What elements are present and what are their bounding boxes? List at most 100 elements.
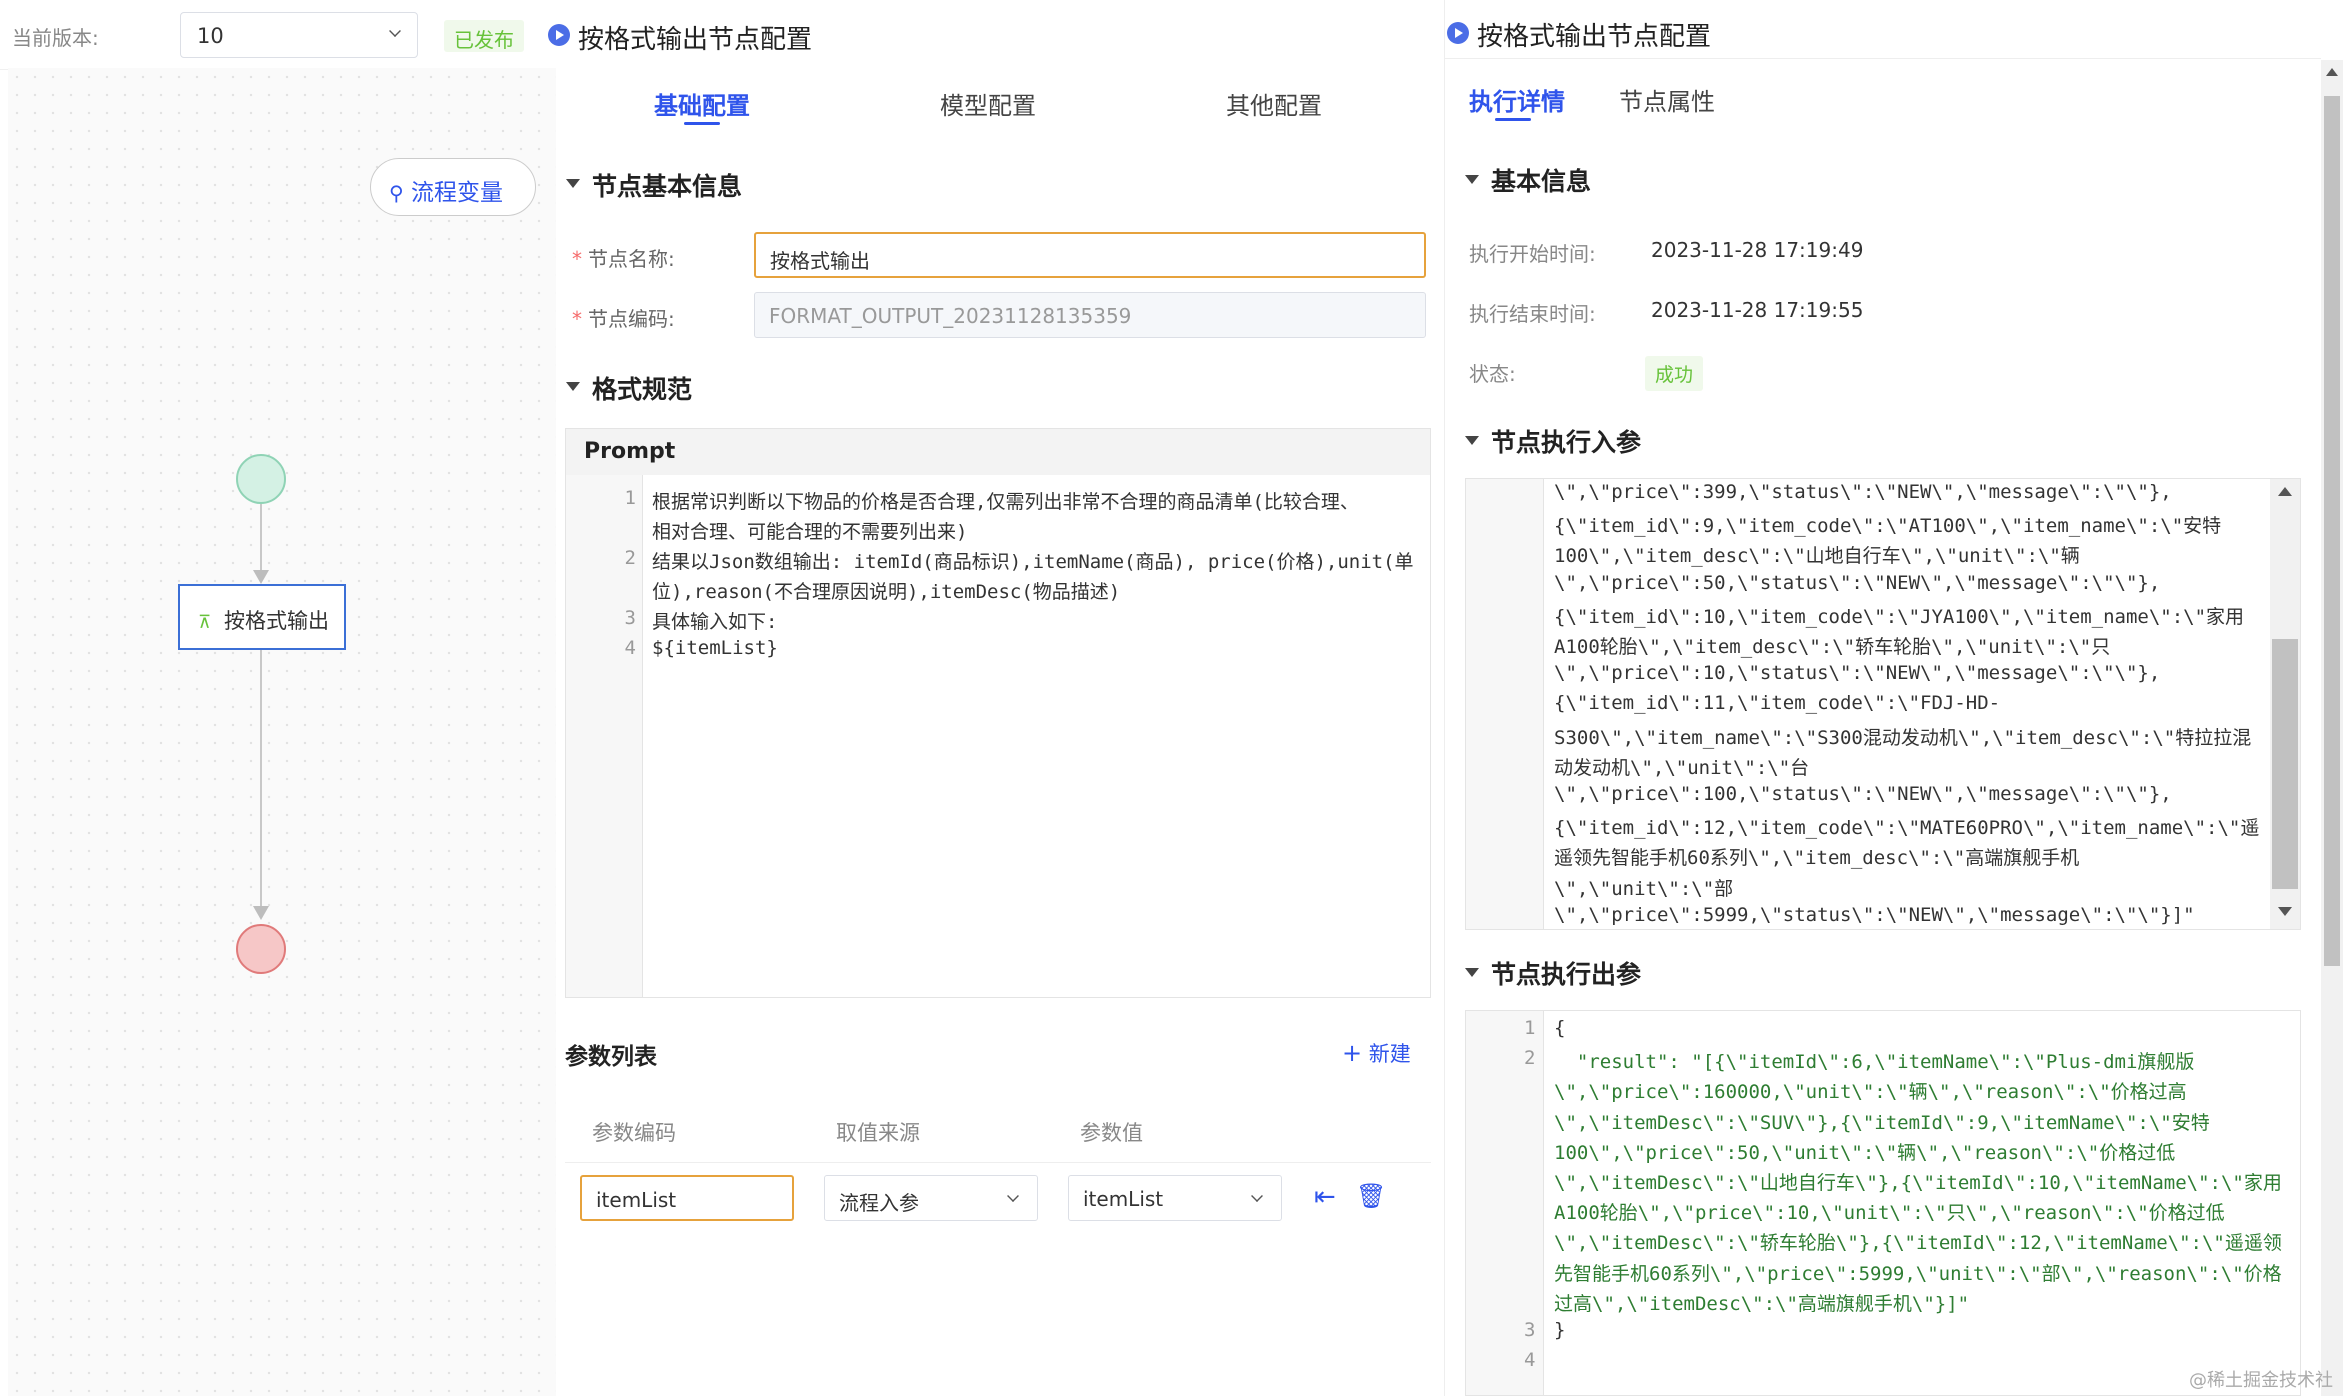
- output-json-line: \",\"itemDesc\":\"山地自行车\"},{\"itemId\":1…: [1554, 1172, 2282, 1194]
- input-json-line: \",\"price\":50,\"status\":\"NEW\",\"mes…: [1554, 571, 2161, 594]
- output-json-line: "result": "[{\"itemId\":6,\"itemName\":\…: [1554, 1051, 2195, 1074]
- section-format-spec: 格式规范: [592, 375, 693, 404]
- scroll-up-icon[interactable]: [2278, 487, 2292, 496]
- tab-node-attributes[interactable]: 节点属性: [1619, 82, 1715, 117]
- input-json-line: {\"item_id\":10,\"item_code\":\"JYA100\"…: [1554, 605, 2245, 628]
- scroll-up-icon[interactable]: [2326, 68, 2338, 76]
- tab-basic-config[interactable]: 基础配置: [654, 86, 750, 121]
- scrollbar-thumb[interactable]: [2272, 639, 2298, 889]
- delete-icon[interactable]: 🗑: [1356, 1182, 1386, 1210]
- line-number: 1: [624, 487, 636, 509]
- play-circle-icon: [1447, 22, 1469, 44]
- section-exec-output: 节点执行出参: [1491, 960, 1642, 989]
- line-number: 4: [1524, 1349, 1536, 1372]
- section-basic-info: 基本信息: [1491, 167, 1592, 196]
- output-json-line: A100轮胎\",\"price\":10,\"unit\":\"只\",\"r…: [1554, 1202, 2225, 1225]
- input-json-line: \",\"price\":399,\"status\":\"NEW\",\"me…: [1554, 481, 2172, 503]
- chevron-down-icon: [1007, 1190, 1019, 1202]
- output-json-line: 过高\",\"itemDesc\":\"高端旗舰手机\"}]": [1554, 1292, 1970, 1315]
- node-code-label: * 节点编码:: [572, 307, 675, 331]
- input-json-line: \",\"price\":100,\"status\":\"NEW\",\"me…: [1554, 783, 2172, 805]
- input-json-line: \",\"unit\":\"部: [1554, 877, 1734, 900]
- scrollbar-thumb[interactable]: [2324, 96, 2340, 966]
- edge-node-to-end: [260, 650, 262, 908]
- prompt-line: 具体输入如下:: [652, 611, 778, 633]
- line-number: 3: [1524, 1319, 1536, 1341]
- output-json-line: {: [1554, 1017, 1566, 1039]
- status-badge: 成功: [1645, 356, 1704, 391]
- prompt-line: 位),reason(不合理原因说明),itemDesc(物品描述): [652, 581, 1121, 603]
- collapse-caret-icon[interactable]: [1465, 436, 1479, 445]
- input-json-line: S300\",\"item_name\":\"S300混动发动机\",\"ite…: [1554, 726, 2252, 749]
- output-json-line: \",\"itemDesc\":\"轿车轮胎\"},{\"itemId\":12…: [1554, 1232, 2282, 1255]
- input-json-line: 动发动机\",\"unit\":\"台: [1554, 756, 1810, 779]
- collapse-caret-icon[interactable]: [1465, 968, 1479, 977]
- line-number: 1: [1524, 1017, 1536, 1039]
- section-exec-input: 节点执行入参: [1491, 428, 1642, 457]
- arrow-head: [253, 570, 269, 584]
- params-list-title: 参数列表: [565, 1044, 657, 1070]
- flow-variables-button[interactable]: ⚲ 流程变量: [370, 158, 536, 216]
- new-param-button[interactable]: + 新建: [1342, 1038, 1411, 1068]
- flow-variables-icon: ⚲: [389, 181, 404, 205]
- input-json-line: 遥领先智能手机60系列\",\"item_desc\":\"高端旗舰手机: [1554, 847, 2080, 870]
- input-json-line: \",\"price\":5999,\"status\":\"NEW\",\"m…: [1554, 903, 2195, 926]
- input-json-line: A100轮胎\",\"item_desc\":\"轿车轮胎\",\"unit\"…: [1554, 636, 2111, 658]
- version-label: 当前版本:: [12, 26, 99, 50]
- collapse-caret-icon[interactable]: [1465, 175, 1479, 184]
- tab-active-indicator: [1495, 118, 1531, 121]
- input-json-line: 100\",\"item_desc\":\"山地自行车\",\"unit\":\…: [1554, 545, 2080, 568]
- end-time-label: 执行结束时间:: [1469, 302, 1596, 326]
- prompt-header: Prompt: [566, 429, 1430, 475]
- status-label: 状态:: [1469, 362, 1516, 386]
- output-json-line: \",\"itemDesc\":\"SUV\"},{\"itemId\":9,\…: [1554, 1111, 2210, 1134]
- end-time-value: 2023-11-28 17:19:55: [1651, 298, 1864, 322]
- param-code-input[interactable]: itemList: [580, 1175, 794, 1221]
- prompt-editor[interactable]: Prompt 1 根据常识判断以下物品的价格是否合理,仅需列出非常不合理的商品清…: [565, 428, 1431, 998]
- start-node[interactable]: [236, 454, 286, 504]
- config-panel-title: 按格式输出节点配置: [578, 25, 813, 55]
- published-badge: 已发布: [444, 20, 524, 52]
- arrow-head: [253, 906, 269, 920]
- tab-exec-details[interactable]: 执行详情: [1469, 82, 1565, 117]
- line-number: 3: [624, 607, 636, 629]
- tab-other-config[interactable]: 其他配置: [1226, 86, 1322, 121]
- prompt-line: ${itemList}: [652, 637, 778, 659]
- input-json-line: \",\"price\":10,\"status\":\"NEW\",\"mes…: [1554, 662, 2161, 685]
- input-json-line: {\"item_id\":9,\"item_code\":\"AT100\",\…: [1554, 515, 2222, 538]
- exec-output-viewer[interactable]: 1 {2 "result": "[{\"itemId\":6,\"itemName…: [1465, 1010, 2301, 1396]
- param-value-select[interactable]: itemList: [1068, 1175, 1282, 1221]
- execution-panel: 按格式输出节点配置 执行详情 节点属性 基本信息 执行开始时间: 2023-11…: [1444, 0, 2344, 1396]
- format-output-node[interactable]: ⊼ 按格式输出: [178, 584, 346, 650]
- scroll-down-icon[interactable]: [2278, 907, 2292, 916]
- exec-input-viewer[interactable]: \",\"price\":399,\"status\":\"NEW\",\"me…: [1465, 478, 2301, 930]
- collapse-caret-icon[interactable]: [566, 179, 580, 188]
- panel-scrollbar[interactable]: [2321, 60, 2343, 1396]
- param-source-select[interactable]: 流程入参: [824, 1175, 1038, 1221]
- start-time-label: 执行开始时间:: [1469, 242, 1596, 266]
- col-param-value: 参数值: [1080, 1121, 1143, 1145]
- node-name-input[interactable]: 按格式输出: [754, 232, 1426, 278]
- tab-active-indicator: [684, 122, 720, 125]
- line-number: 2: [1524, 1047, 1536, 1070]
- version-value: 10: [197, 24, 224, 48]
- end-node[interactable]: [236, 924, 286, 974]
- node-name-label: * 节点名称:: [572, 247, 675, 271]
- tab-model-config[interactable]: 模型配置: [940, 86, 1036, 121]
- line-number: 4: [624, 637, 636, 659]
- exec-panel-title: 按格式输出节点配置: [1477, 22, 1712, 52]
- edge-start-to-node: [260, 504, 262, 570]
- chevron-down-icon: [1251, 1190, 1263, 1202]
- start-time-value: 2023-11-28 17:19:49: [1651, 238, 1864, 262]
- node-code-input[interactable]: FORMAT_OUTPUT_20231128135359: [754, 292, 1426, 338]
- prompt-line: 结果以Json数组输出: itemId(商品标识),itemName(商品), …: [652, 551, 1414, 573]
- indent-icon[interactable]: ⇤: [1314, 1182, 1336, 1212]
- collapse-caret-icon[interactable]: [566, 382, 580, 391]
- output-json-line: }: [1554, 1319, 1566, 1341]
- input-json-line: {\"item_id\":11,\"item_code\":\"FDJ-HD-: [1554, 692, 2001, 715]
- section-node-basic-info: 节点基本信息: [592, 172, 743, 201]
- output-json-line: \",\"price\":160000,\"unit\":\"辆\",\"rea…: [1554, 1081, 2187, 1104]
- version-select[interactable]: 10: [180, 12, 418, 58]
- flow-canvas[interactable]: ⚲ 流程变量 ⊼ 按格式输出: [8, 68, 556, 1396]
- input-scrollbar[interactable]: [2270, 479, 2300, 929]
